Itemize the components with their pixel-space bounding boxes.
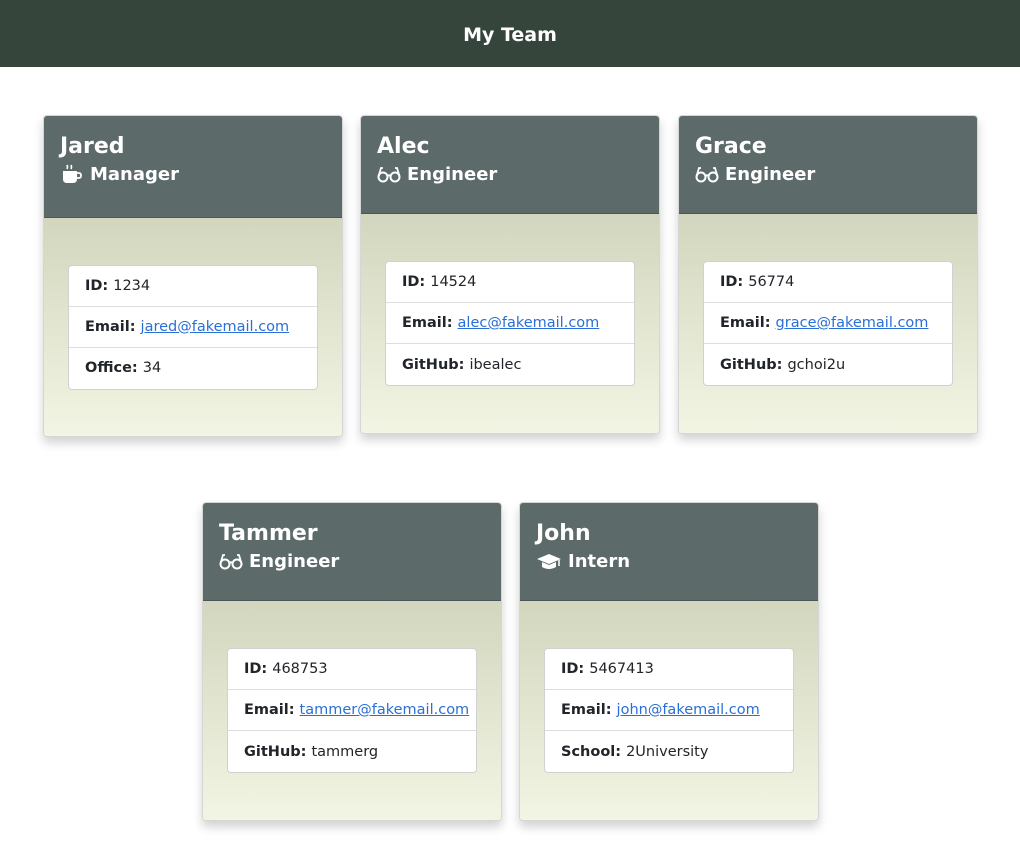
- field-label: GitHub:: [402, 356, 465, 373]
- email-link[interactable]: grace@fakemail.com: [776, 315, 929, 331]
- info-list: ID: 5467413 Email: john@fakemail.com Schoo…: [544, 648, 794, 773]
- page-title: My Team: [463, 23, 557, 46]
- email-link[interactable]: john@fakemail.com: [617, 702, 760, 718]
- email-link[interactable]: tammer@fakemail.com: [300, 702, 470, 718]
- field-label: Email:: [561, 702, 612, 718]
- card-body: ID: 14524 Email: alec@fakemail.com GitHub:…: [361, 214, 659, 433]
- card-body: ID: 5467413 Email: john@fakemail.com Schoo…: [520, 601, 818, 820]
- employee-name: Jared: [60, 134, 125, 159]
- employee-card: Grace Engineer ID: 56774 Email: grace@fake…: [678, 115, 978, 434]
- card-body: ID: 468753 Email: tammer@fakemail.com GitH…: [203, 601, 501, 820]
- field-value: 1234: [113, 277, 151, 294]
- list-item: Office: 34: [69, 348, 317, 389]
- list-item: Email: jared@fakemail.com: [69, 307, 317, 348]
- list-item: GitHub: tammerg: [228, 731, 476, 772]
- list-item: Email: alec@fakemail.com: [386, 303, 634, 344]
- card-body: ID: 1234 Email: jared@fakemail.com Office:…: [44, 218, 342, 436]
- glasses-icon: [377, 167, 401, 183]
- info-list: ID: 14524 Email: alec@fakemail.com GitHub:…: [385, 261, 635, 386]
- employee-name: Tammer: [219, 521, 318, 546]
- employee-role: Intern: [536, 550, 802, 574]
- field-label: School:: [561, 743, 622, 760]
- role-label: Engineer: [407, 164, 498, 185]
- list-item: Email: john@fakemail.com: [545, 690, 793, 731]
- list-item: ID: 5467413: [545, 649, 793, 690]
- list-item: GitHub: gchoi2u: [704, 344, 952, 385]
- list-item: ID: 468753: [228, 649, 476, 690]
- field-value: 2University: [626, 743, 709, 760]
- field-label: ID:: [244, 661, 268, 677]
- navbar: My Team: [0, 0, 1020, 67]
- coffee-icon: [63, 164, 82, 183]
- card-header: Tammer Engineer: [203, 503, 501, 601]
- role-label: Engineer: [725, 164, 816, 185]
- field-label: ID:: [402, 274, 426, 290]
- card-header: John Intern: [520, 503, 818, 601]
- email-link[interactable]: jared@fakemail.com: [141, 319, 290, 335]
- field-value: 34: [142, 360, 162, 376]
- info-list: ID: 468753 Email: tammer@fakemail.com GitH…: [227, 648, 477, 773]
- email-link[interactable]: alec@fakemail.com: [458, 315, 600, 331]
- employee-role: Engineer: [377, 163, 643, 187]
- employee-card: Tammer Engineer ID: 468753 Email: tammer@f…: [202, 502, 502, 821]
- list-item: ID: 1234: [69, 266, 317, 307]
- list-item: GitHub: ibealec: [386, 344, 634, 385]
- card-body: ID: 56774 Email: grace@fakemail.com GitHub…: [679, 214, 977, 433]
- field-value: gchoi2u: [787, 356, 846, 373]
- card-header: Jared Manager: [44, 116, 342, 218]
- list-item: ID: 14524: [386, 262, 634, 303]
- employee-card: Jared Manager ID: 1234 Email: jared@fakema…: [43, 115, 343, 437]
- employee-name: John: [536, 521, 591, 546]
- employee-card: Alec Engineer ID: 14524 Email: alec@fakema…: [360, 115, 660, 434]
- info-list: ID: 56774 Email: grace@fakemail.com GitHub…: [703, 261, 953, 386]
- glasses-icon: [219, 554, 243, 570]
- field-label: ID:: [561, 661, 585, 677]
- employee-role: Engineer: [695, 163, 961, 187]
- field-value: 468753: [272, 661, 328, 677]
- field-label: Email:: [244, 702, 295, 718]
- info-list: ID: 1234 Email: jared@fakemail.com Office:…: [68, 264, 318, 390]
- field-value: tammerg: [311, 743, 379, 760]
- field-label: GitHub:: [244, 743, 307, 760]
- field-label: Email:: [402, 315, 453, 331]
- card-header: Alec Engineer: [361, 116, 659, 214]
- field-value: 5467413: [589, 661, 654, 677]
- employee-role: Manager: [60, 163, 326, 187]
- card-header: Grace Engineer: [679, 116, 977, 214]
- employee-name: Grace: [695, 134, 767, 159]
- employee-role: Engineer: [219, 550, 485, 574]
- field-label: Email:: [720, 315, 771, 331]
- list-item: School: 2University: [545, 731, 793, 772]
- employee-name: Alec: [377, 134, 430, 159]
- field-label: GitHub:: [720, 356, 783, 373]
- field-label: Office:: [85, 360, 138, 376]
- list-item: ID: 56774: [704, 262, 952, 303]
- list-item: Email: tammer@fakemail.com: [228, 690, 476, 731]
- role-label: Intern: [568, 551, 631, 572]
- field-value: ibealec: [469, 356, 522, 373]
- field-label: ID:: [85, 277, 109, 294]
- role-label: Engineer: [249, 551, 340, 572]
- field-value: 56774: [748, 274, 795, 290]
- field-label: Email:: [85, 318, 136, 335]
- role-label: Manager: [90, 164, 179, 185]
- field-label: ID:: [720, 274, 744, 290]
- employee-card: John Intern ID: 5467413 Email: john@fakema…: [519, 502, 819, 821]
- field-value: 14524: [430, 274, 477, 290]
- list-item: Email: grace@fakemail.com: [704, 303, 952, 344]
- graduation-cap-icon: [537, 554, 561, 569]
- glasses-icon: [695, 167, 719, 183]
